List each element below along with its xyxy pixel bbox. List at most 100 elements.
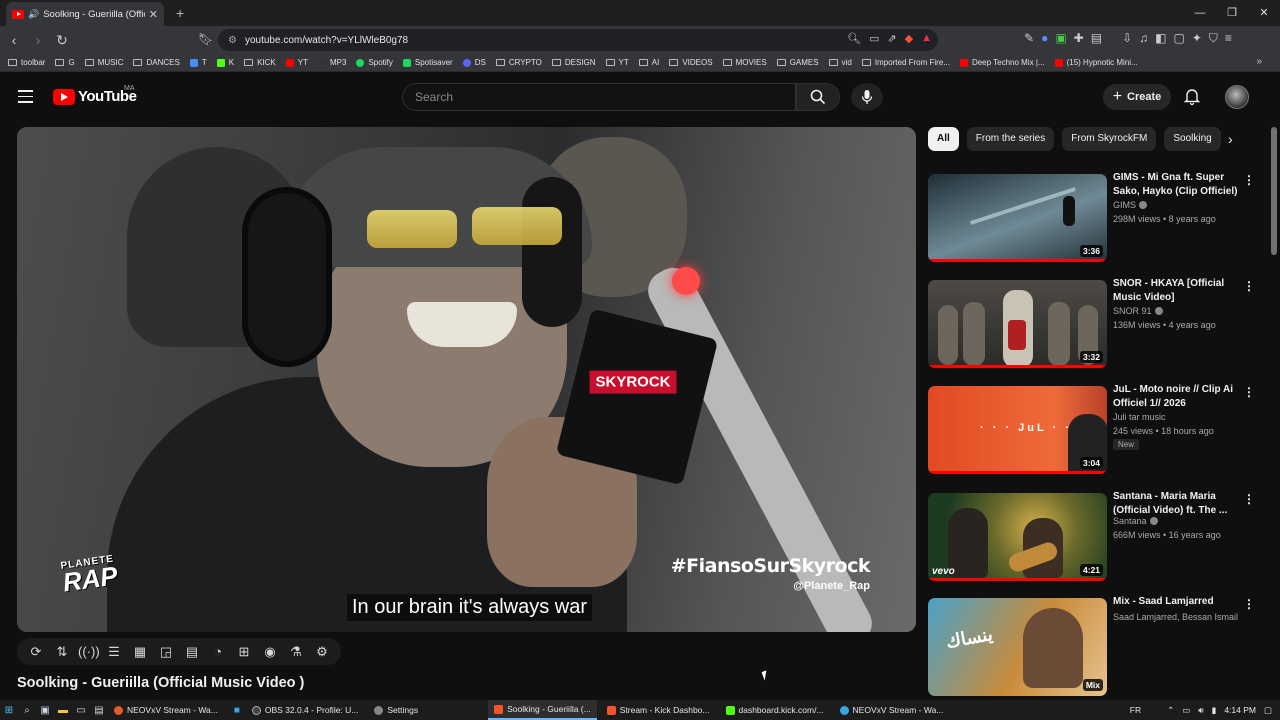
recommendation-item[interactable]: 3:32 SNOR - HKAYA [Official Music Video]…: [928, 272, 1258, 368]
playlist-icon[interactable]: ☰: [104, 644, 124, 660]
channel-name[interactable]: SNOR 91: [1113, 306, 1163, 316]
taskbar-search-icon[interactable]: ⌕: [18, 705, 36, 716]
green-extension-icon[interactable]: ▣: [1055, 31, 1066, 46]
recommendation-title[interactable]: JuL - Moto noire // Clip Ai Officiel 1//…: [1113, 383, 1238, 411]
close-window-button[interactable]: ✕: [1248, 0, 1280, 26]
taskbar-item[interactable]: dashboard.kick.com/...: [720, 700, 830, 720]
bookmark-item[interactable]: DANCES: [133, 58, 180, 67]
avatar[interactable]: [1225, 85, 1249, 109]
recommendation-item[interactable]: ﻳﻨﺴﺎﻙ Mix Mix - Saad Lamjarred Saad Lamj…: [928, 590, 1258, 696]
search-button[interactable]: [796, 83, 840, 111]
bookmark-item[interactable]: toolbar: [8, 58, 45, 67]
voice-search-button[interactable]: [851, 83, 883, 111]
bookmark-item[interactable]: DESIGN: [551, 58, 596, 67]
windows-start-icon[interactable]: ⊞: [0, 705, 18, 716]
more-options-icon[interactable]: ⋮: [1243, 597, 1255, 611]
notification-center-icon[interactable]: ▢: [1264, 705, 1272, 716]
close-tab-icon[interactable]: ✕: [149, 8, 158, 21]
loop-icon[interactable]: ⟳: [26, 644, 46, 660]
bookmark-item[interactable]: Imported From Fire...: [861, 58, 950, 67]
browser-tab-active[interactable]: 🔊 Soolking - Gueriilla (Official M ✕: [6, 2, 164, 26]
video-thumbnail[interactable]: · · · JuL · · · 3:04: [928, 386, 1107, 474]
recommendation-item[interactable]: 3:36 GIMS - Mi Gna ft. Super Sako, Hayko…: [928, 166, 1258, 262]
taskbar-item[interactable]: Stream - Kick Dashbo...: [601, 700, 716, 720]
blue-extension-icon[interactable]: ●: [1041, 31, 1048, 46]
minimize-button[interactable]: —: [1184, 0, 1216, 26]
restore-button[interactable]: ❐: [1216, 0, 1248, 26]
back-button[interactable]: ‹: [4, 32, 24, 48]
taskbar-item-active[interactable]: Soolking - Gueriilla (...: [488, 700, 597, 720]
vpn-icon[interactable]: ⛉: [1209, 31, 1218, 46]
recommendation-title[interactable]: SNOR - HKAYA [Official Music Video]: [1113, 277, 1238, 305]
chip-soolking[interactable]: Soolking: [1164, 127, 1221, 151]
more-options-icon[interactable]: ⋮: [1243, 173, 1255, 187]
channel-name[interactable]: Santana: [1113, 516, 1158, 526]
forward-button[interactable]: ›: [28, 32, 48, 48]
camera-icon[interactable]: ◉: [260, 644, 280, 660]
pen-extension-icon[interactable]: ✎: [1024, 31, 1034, 46]
brave-shield-icon[interactable]: ◆: [905, 32, 913, 45]
cast-icon[interactable]: ▭: [869, 32, 879, 45]
gear-icon[interactable]: ⚙: [312, 644, 332, 660]
bookmark-item[interactable]: vid: [828, 58, 852, 67]
chevron-up-icon[interactable]: ⌃: [1167, 705, 1174, 716]
puzzle-extension-icon[interactable]: ✚: [1074, 31, 1084, 46]
add-image-icon[interactable]: ⊞: [234, 644, 254, 660]
reload-button[interactable]: ↻: [52, 32, 72, 49]
recommendation-item[interactable]: · · · JuL · · · 3:04 JuL - Moto noire //…: [928, 378, 1258, 474]
channel-name[interactable]: Saad Lamjarred, Bessan Ismail, H...: [1113, 612, 1238, 622]
share-icon[interactable]: ⇗: [887, 32, 896, 45]
search-input[interactable]: Search: [402, 83, 796, 111]
bookmark-item[interactable]: CRYPTO: [495, 58, 542, 67]
taskbar-item[interactable]: OBS 32.0.4 - Profile: U...: [246, 700, 365, 720]
app-icon[interactable]: ▭: [72, 705, 90, 716]
flask-icon[interactable]: ⚗: [286, 644, 306, 660]
bookmark-item[interactable]: VIDEOS: [669, 58, 713, 67]
more-options-icon[interactable]: ⋮: [1243, 279, 1255, 293]
music-icon[interactable]: ♫: [1139, 31, 1148, 46]
wallet-icon[interactable]: ▢: [1173, 31, 1184, 46]
chip-all[interactable]: All: [928, 127, 959, 151]
bookmark-item[interactable]: YT: [285, 58, 308, 67]
address-bar[interactable]: ⚙︎ youtube.com/watch?v=YLlWleB0g78 🔍︎ ▭ …: [218, 29, 938, 51]
hamburger-menu-icon[interactable]: [18, 90, 33, 107]
film-strip-icon[interactable]: ▤: [182, 644, 202, 660]
brave-rewards-icon[interactable]: ▲: [921, 32, 932, 45]
bookmark-item[interactable]: MOVIES: [722, 58, 767, 67]
chip-from-skyrockfm[interactable]: From SkyrockFM: [1062, 127, 1157, 151]
sidebar-icon[interactable]: ◧: [1155, 31, 1166, 46]
video-thumbnail[interactable]: ﻳﻨﺴﺎﻙ Mix: [928, 598, 1107, 696]
video-player[interactable]: SKYROCK PLANETE RAP #FiansoSurSkyrock @P…: [17, 127, 916, 632]
bookmark-item[interactable]: Spotify: [356, 58, 393, 67]
volume-icon[interactable]: 🔊︎: [1198, 705, 1203, 716]
bookmark-item[interactable]: G: [55, 58, 75, 67]
channel-name[interactable]: GIMS: [1113, 200, 1148, 210]
chip-from-the-series[interactable]: From the series: [966, 127, 1055, 151]
clock[interactable]: 4:14 PM: [1224, 705, 1256, 715]
media-extension-icon[interactable]: ▤: [1091, 31, 1102, 46]
battery-icon[interactable]: ▮: [1212, 705, 1217, 716]
recommendation-item[interactable]: vevo 4:21 Santana - Maria Maria (Officia…: [928, 485, 1258, 581]
task-view-icon[interactable]: ▣: [36, 705, 54, 716]
network-icon[interactable]: ▭: [1182, 705, 1190, 716]
bookmark-item[interactable]: GAMES: [776, 58, 819, 67]
video-thumbnail[interactable]: 3:36: [928, 174, 1107, 262]
bookmark-item[interactable]: T: [189, 58, 207, 67]
bookmark-item[interactable]: DS: [462, 58, 486, 67]
more-options-icon[interactable]: ⋮: [1243, 385, 1255, 399]
bookmark-item[interactable]: MP3: [317, 58, 346, 67]
bookmark-item[interactable]: (15) Hypnotic Mini...: [1054, 58, 1138, 67]
bookmarks-overflow-icon[interactable]: »: [1256, 56, 1262, 67]
bookmark-icon[interactable]: 🔖︎: [198, 32, 213, 46]
download-icon[interactable]: ⇩: [1122, 31, 1132, 46]
bookmark-item[interactable]: KICK: [244, 58, 276, 67]
menu-icon[interactable]: ≡: [1225, 31, 1232, 46]
store-icon[interactable]: ■: [228, 705, 246, 716]
recommendation-title[interactable]: Santana - Maria Maria (Official Video) f…: [1113, 490, 1238, 518]
bookmark-item[interactable]: Deep Techno Mix |...: [959, 58, 1045, 67]
language-indicator[interactable]: FR: [1130, 705, 1141, 715]
speed-icon[interactable]: ◔: [208, 644, 228, 659]
bookmark-item[interactable]: Spotisaver: [402, 58, 453, 67]
bookmark-item[interactable]: MUSIC: [84, 58, 123, 67]
file-explorer-icon[interactable]: ▬: [54, 705, 72, 716]
